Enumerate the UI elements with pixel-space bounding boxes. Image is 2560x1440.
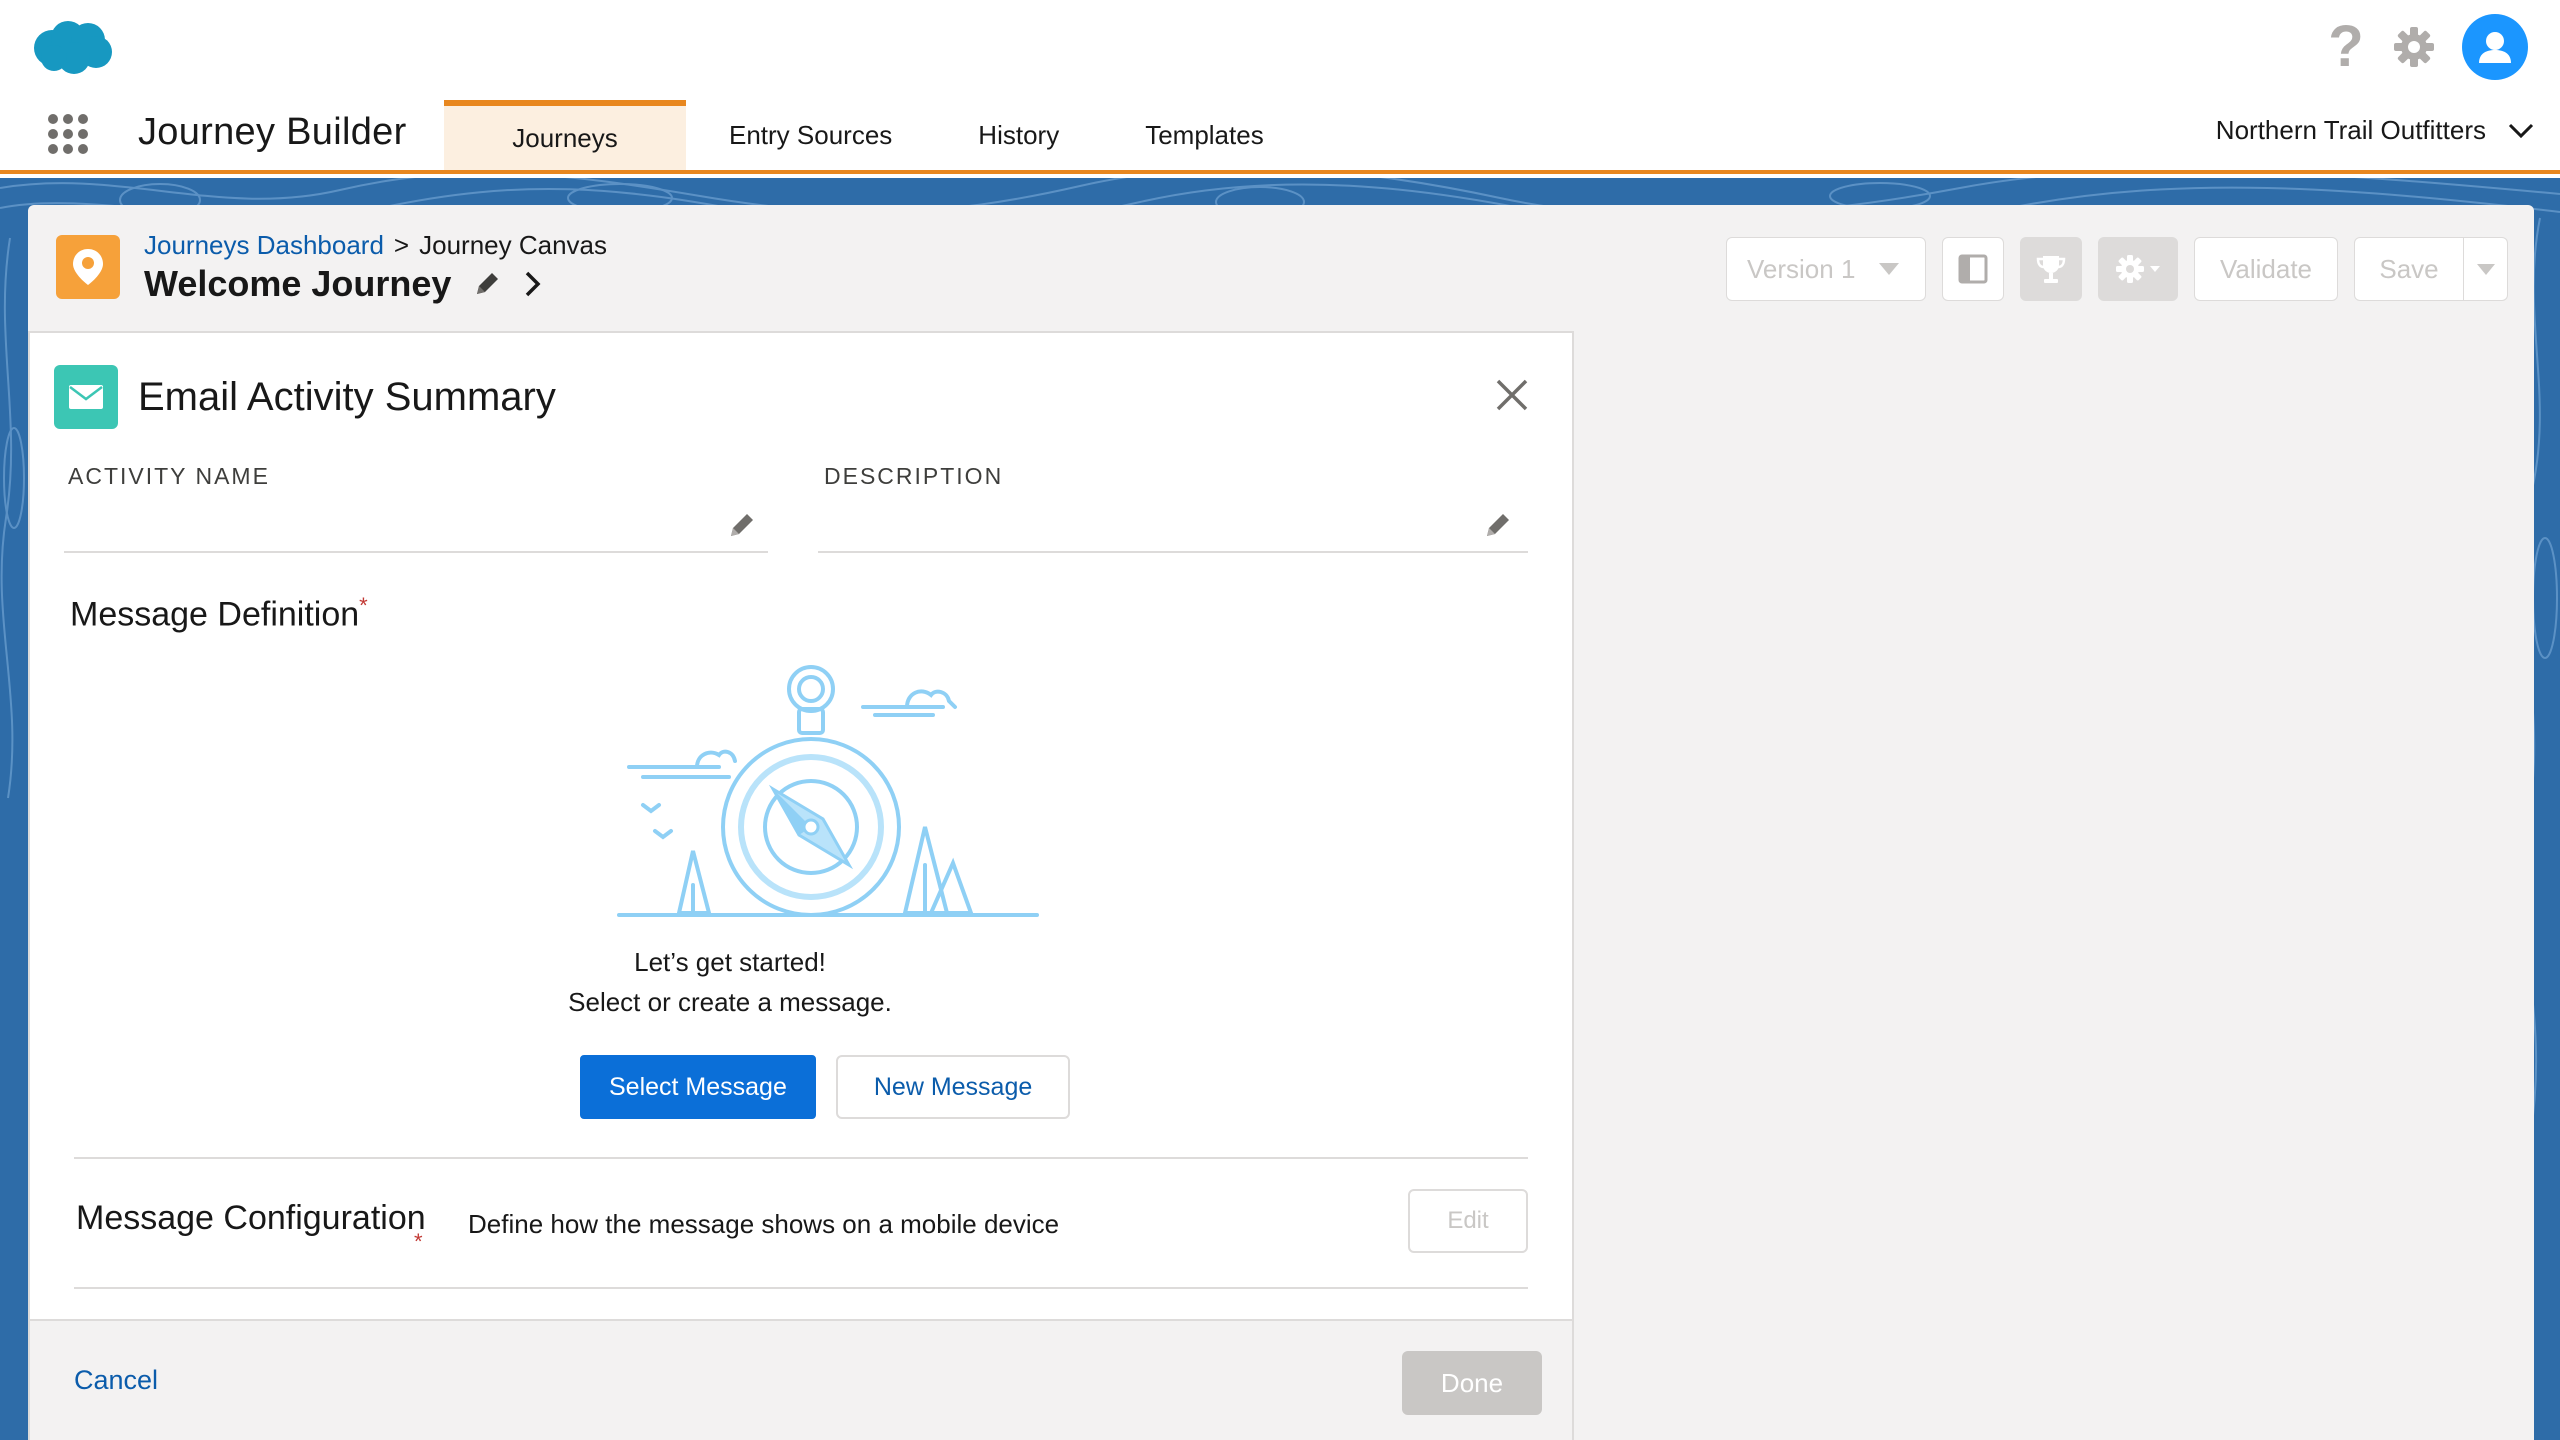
version-label: Version 1 — [1747, 253, 1856, 284]
save-menu-button[interactable] — [2464, 237, 2508, 301]
message-configuration-description: Define how the message shows on a mobile… — [468, 1209, 1060, 1239]
tab-history[interactable]: History — [935, 100, 1102, 170]
panel-footer: Cancel Done — [30, 1319, 1572, 1440]
chevron-right-icon[interactable] — [523, 270, 543, 298]
tab-entry-sources[interactable]: Entry Sources — [686, 100, 935, 170]
chevron-down-icon — [2508, 123, 2534, 138]
tab-journeys[interactable]: Journeys — [444, 100, 686, 170]
envelope-icon — [69, 385, 103, 409]
caret-down-icon — [1879, 263, 1899, 275]
toggle-panel-button[interactable] — [1942, 237, 2004, 301]
version-dropdown[interactable]: Version 1 — [1726, 237, 1926, 301]
location-pin-icon — [73, 249, 103, 285]
gear-dropdown-icon — [2116, 255, 2160, 283]
validate-button[interactable]: Validate — [2194, 237, 2338, 301]
message-action-buttons: Select Message New Message — [580, 1055, 1071, 1119]
done-button[interactable]: Done — [1402, 1351, 1542, 1415]
email-activity-icon — [54, 365, 118, 429]
activity-name-label: ACTIVITY NAME — [68, 463, 270, 489]
org-name: Northern Trail Outfitters — [2215, 115, 2486, 145]
save-button[interactable]: Save — [2354, 237, 2464, 301]
goal-button[interactable] — [2020, 237, 2082, 301]
email-activity-panel: Email Activity Summary ACTIVITY NAME DES… — [28, 331, 1574, 1440]
app-launcher-icon[interactable] — [48, 114, 88, 154]
edit-pencil-icon[interactable] — [473, 270, 501, 298]
divider — [74, 1287, 1528, 1289]
activity-name-input[interactable] — [66, 493, 426, 549]
compass-illustration — [617, 665, 1039, 917]
panel-layout-icon — [1958, 254, 1988, 284]
panel-header: Email Activity Summary — [54, 365, 556, 429]
breadcrumb-link-journeys-dashboard[interactable]: Journeys Dashboard — [144, 230, 384, 261]
close-icon[interactable] — [1492, 375, 1532, 415]
caret-down-icon — [2476, 263, 2495, 275]
user-icon — [2479, 32, 2511, 63]
divider — [74, 1157, 1528, 1159]
description-input[interactable] — [822, 493, 1462, 549]
tab-templates[interactable]: Templates — [1102, 100, 1307, 170]
cancel-button[interactable]: Cancel — [74, 1365, 158, 1396]
global-header: ? — [0, 0, 2560, 100]
journey-settings-button[interactable] — [2098, 237, 2178, 301]
activity-name-underline — [64, 551, 768, 553]
help-icon[interactable]: ? — [2326, 18, 2366, 76]
org-switcher[interactable]: Northern Trail Outfitters — [2216, 115, 2534, 146]
save-split-button: Save — [2354, 237, 2508, 301]
select-message-button[interactable]: Select Message — [580, 1055, 816, 1119]
description-underline — [818, 551, 1528, 553]
page-header: Journeys Dashboard > Journey Canvas Welc… — [28, 205, 2534, 333]
gear-icon[interactable] — [2392, 25, 2436, 69]
required-marker: * — [414, 1229, 423, 1254]
empty-state-subtitle: Select or create a message. — [568, 987, 892, 1017]
app-name: Journey Builder — [138, 111, 407, 153]
empty-state-title: Let’s get started! — [634, 947, 826, 977]
panel-title: Email Activity Summary — [138, 374, 556, 419]
message-configuration-title: Message Configuration — [76, 1199, 426, 1237]
breadcrumb: Journeys Dashboard > Journey Canvas — [144, 230, 607, 261]
edit-configuration-button[interactable]: Edit — [1408, 1189, 1528, 1253]
user-avatar[interactable] — [2462, 14, 2528, 80]
journey-title: Welcome Journey — [144, 263, 452, 304]
edit-pencil-icon[interactable] — [1482, 509, 1514, 541]
edit-pencil-icon[interactable] — [726, 509, 758, 541]
trophy-icon — [2036, 256, 2066, 283]
message-definition-title: Message Definition* — [70, 593, 368, 634]
salesforce-logo-icon[interactable] — [30, 18, 114, 76]
app-navigation-bar: Journey Builder Journeys Entry Sources H… — [0, 100, 2560, 174]
new-message-button[interactable]: New Message — [835, 1055, 1071, 1119]
message-definition-label: Message Definition — [70, 595, 360, 634]
journey-icon — [56, 235, 120, 299]
required-marker: * — [359, 593, 368, 618]
page-title: Welcome Journey — [144, 263, 543, 305]
breadcrumb-current: Journey Canvas — [419, 230, 607, 260]
page-header-actions: Version 1 Validate Save — [1726, 237, 2508, 301]
breadcrumb-separator: > — [393, 230, 410, 260]
nav-tabs: Journeys Entry Sources History Templates — [444, 100, 1307, 170]
description-label: DESCRIPTION — [824, 463, 1004, 489]
